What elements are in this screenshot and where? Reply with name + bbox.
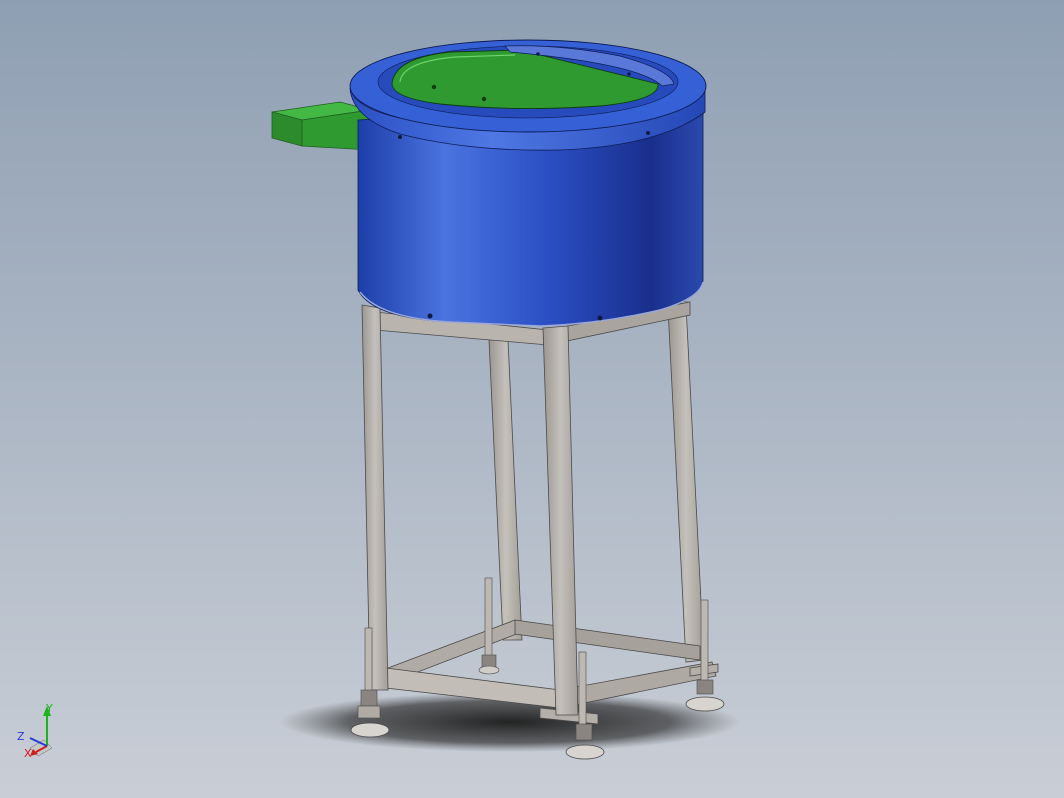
foot-nut [481,654,497,668]
rim-screw [427,313,433,319]
foot-rod [578,651,587,733]
graphics-viewport[interactable]: Y Z X [0,0,1064,798]
model-scene[interactable]: Y Z X [0,0,1064,798]
foot-nut [575,723,593,741]
rim-screw [597,315,603,321]
foot-pad [565,744,605,760]
plate-bolt [627,72,631,76]
rim-screw [398,135,402,139]
foot-pad [478,665,500,675]
foot-nut [696,679,714,695]
rim-screw [646,131,650,135]
plate-bolt [481,96,487,102]
plate-bolt [431,84,437,90]
foot-pad [685,696,725,712]
x-axis-label: X [24,747,32,760]
foot-rod [700,599,709,687]
foot-nut [360,689,378,707]
plate-bolt [536,52,540,56]
foot-collar [357,705,381,719]
z-axis-label: Z [17,730,25,743]
foot-rod [484,577,493,659]
foot-pad [350,722,390,738]
y-axis-label: Y [45,702,53,715]
